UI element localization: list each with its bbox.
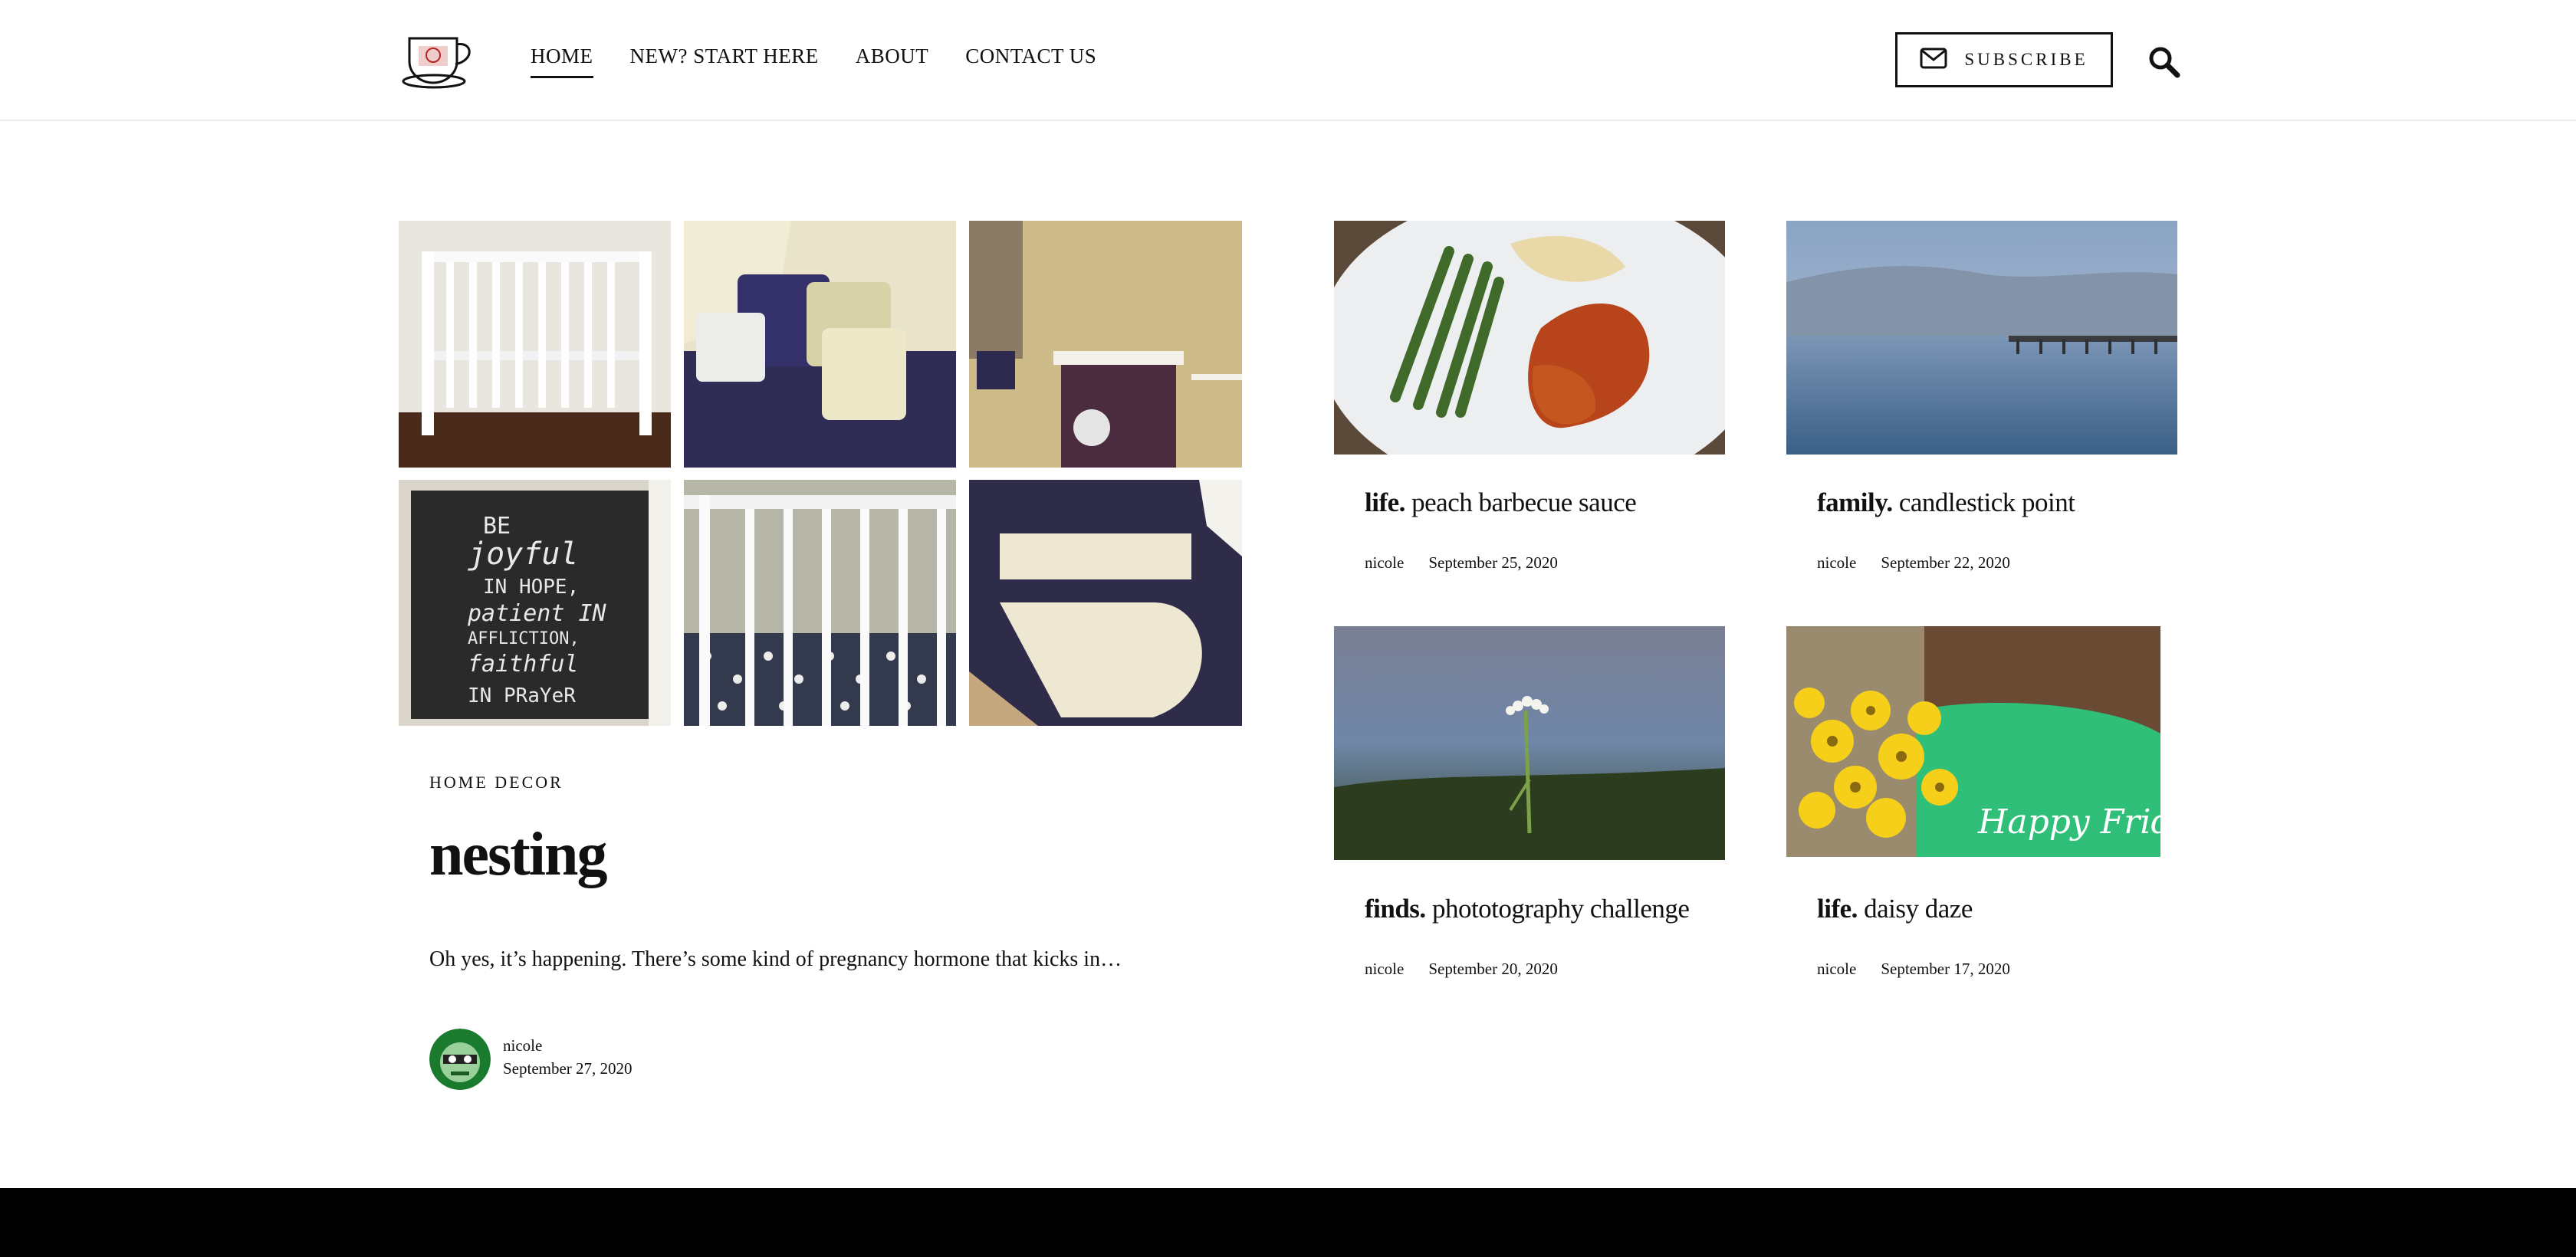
featured-title[interactable]: nesting bbox=[429, 820, 607, 890]
crib-photo[interactable] bbox=[399, 221, 671, 468]
scripture-poster-photo[interactable]: BE joyful IN HOPE, patient IN AFFLICTION… bbox=[399, 480, 671, 726]
nav-about[interactable]: ABOUT bbox=[856, 44, 929, 78]
post-title-text-4: daisy daze bbox=[1864, 894, 1973, 924]
post-image-photography-challenge[interactable] bbox=[1334, 626, 1725, 860]
featured-author[interactable]: nicole bbox=[503, 1036, 542, 1055]
post-meta-3: nicole September 20, 2020 bbox=[1365, 960, 1558, 979]
post-date-1: September 25, 2020 bbox=[1428, 553, 1558, 572]
post-title-text-1: peach barbecue sauce bbox=[1411, 487, 1637, 517]
image-caption: Happy Friday! bbox=[1977, 802, 2160, 842]
featured-excerpt: Oh yes, it’s happening. There’s some kin… bbox=[429, 947, 1122, 971]
post-meta-4: nicole September 17, 2020 bbox=[1817, 960, 2010, 979]
subscribe-button[interactable]: SUBSCRIBE bbox=[1895, 32, 2113, 87]
post-author-4[interactable]: nicole bbox=[1817, 960, 1856, 979]
post-image-peach-barbecue[interactable] bbox=[1334, 221, 1725, 455]
chair-photo[interactable] bbox=[969, 221, 1242, 468]
pillows-photo[interactable] bbox=[684, 221, 956, 468]
post-image-daisy-daze[interactable]: Happy Friday! bbox=[1786, 626, 2160, 857]
post-author-1[interactable]: nicole bbox=[1365, 553, 1404, 573]
main-nav: HOME NEW? START HERE ABOUT CONTACT US bbox=[531, 44, 1096, 78]
nav-contact-us[interactable]: CONTACT US bbox=[965, 44, 1096, 78]
poster-line-2: joyful bbox=[468, 537, 579, 572]
post-date-2: September 22, 2020 bbox=[1881, 553, 2010, 572]
post-date-3: September 20, 2020 bbox=[1428, 960, 1558, 978]
post-category-1[interactable]: life. bbox=[1365, 487, 1405, 517]
site-footer bbox=[0, 1188, 2576, 1257]
post-date-4: September 17, 2020 bbox=[1881, 960, 2010, 978]
post-title-1[interactable]: life. peach barbecue sauce bbox=[1365, 487, 1637, 518]
subscribe-label: SUBSCRIBE bbox=[1964, 50, 2088, 69]
poster-line-4: patient IN bbox=[467, 600, 607, 627]
author-avatar[interactable] bbox=[429, 1029, 491, 1090]
featured-category[interactable]: HOME DECOR bbox=[429, 773, 564, 793]
poster-line-7: IN PRaYeR bbox=[468, 684, 576, 707]
nav-home[interactable]: HOME bbox=[531, 44, 593, 78]
post-author-3[interactable]: nicole bbox=[1365, 960, 1404, 979]
post-title-4[interactable]: life. daisy daze bbox=[1817, 894, 1973, 924]
mail-icon bbox=[1920, 48, 1947, 73]
post-author-2[interactable]: nicole bbox=[1817, 553, 1856, 573]
poster-line-3: IN HOPE, bbox=[483, 576, 579, 599]
crib-sheet-photo[interactable] bbox=[684, 480, 956, 726]
poster-line-5: AFFLICTION, bbox=[468, 629, 580, 648]
post-category-3[interactable]: finds. bbox=[1365, 894, 1426, 924]
post-title-text-3: phototography challenge bbox=[1431, 894, 1690, 924]
poster-line-6: faithful bbox=[468, 651, 579, 678]
post-category-2[interactable]: family. bbox=[1817, 487, 1893, 517]
post-meta-2: nicole September 22, 2020 bbox=[1817, 553, 2010, 573]
site-header: HOME NEW? START HERE ABOUT CONTACT US SU… bbox=[0, 0, 2576, 121]
post-title-text-2: candlestick point bbox=[1898, 487, 2075, 517]
post-meta-1: nicole September 25, 2020 bbox=[1365, 553, 1558, 573]
featured-date: September 27, 2020 bbox=[503, 1059, 632, 1078]
painted-letter-photo[interactable] bbox=[969, 480, 1242, 726]
post-title-3[interactable]: finds. phototography challenge bbox=[1365, 894, 1690, 924]
post-image-candlestick-point[interactable] bbox=[1786, 221, 2177, 455]
nav-new-start-here[interactable]: NEW? START HERE bbox=[630, 44, 819, 78]
post-category-4[interactable]: life. bbox=[1817, 894, 1858, 924]
search-icon[interactable] bbox=[2147, 44, 2180, 78]
poster-line-1: BE bbox=[483, 513, 511, 540]
post-title-2[interactable]: family. candlestick point bbox=[1817, 487, 2075, 518]
teacup-logo-icon[interactable] bbox=[399, 28, 480, 90]
